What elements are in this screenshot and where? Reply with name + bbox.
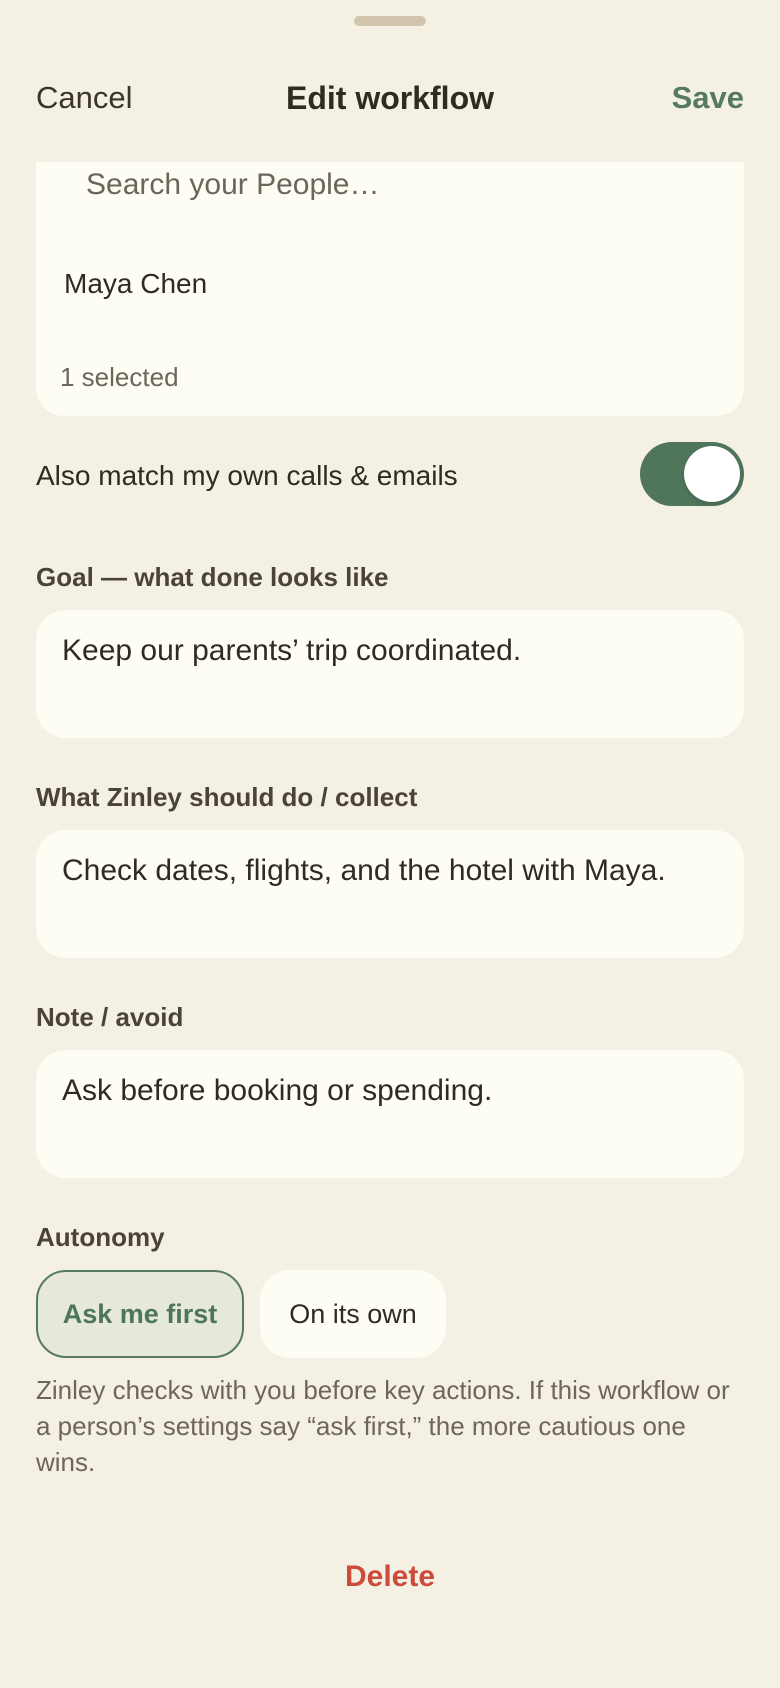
goal-value: Keep our parents’ trip coordinated. xyxy=(62,634,522,667)
note-label: Note / avoid xyxy=(36,1002,184,1032)
autonomy-on-its-own-option[interactable]: On its own xyxy=(260,1270,446,1358)
match-own-label: Also match my own calls & emails xyxy=(36,460,458,491)
autonomy-ask-first-option[interactable]: Ask me first xyxy=(36,1270,244,1358)
goal-field[interactable]: Keep our parents’ trip coordinated. xyxy=(36,610,744,738)
match-own-row: Also match my own calls & emails xyxy=(36,440,744,508)
instructions-value: Check dates, flights, and the hotel with… xyxy=(62,854,666,887)
page-title: Edit workflow xyxy=(286,80,494,116)
selected-person-item[interactable]: Maya Chen xyxy=(64,268,207,300)
save-button[interactable]: Save xyxy=(672,80,744,116)
people-search-input[interactable] xyxy=(86,162,686,208)
delete-button[interactable]: Delete xyxy=(0,1560,780,1594)
instructions-field[interactable]: Check dates, flights, and the hotel with… xyxy=(36,830,744,958)
autonomy-label: Autonomy xyxy=(36,1222,165,1252)
nav-bar: Cancel Edit workflow Save xyxy=(0,0,780,160)
note-value: Ask before booking or spending. xyxy=(62,1074,493,1107)
note-field[interactable]: Ask before booking or spending. xyxy=(36,1050,744,1178)
selected-count-label: 1 selected xyxy=(60,362,179,392)
autonomy-description: Zinley checks with you before key action… xyxy=(36,1375,730,1477)
goal-label: Goal — what done looks like xyxy=(36,562,389,592)
toggle-knob xyxy=(684,446,740,502)
instructions-label: What Zinley should do / collect xyxy=(36,782,418,812)
match-own-toggle[interactable] xyxy=(640,442,744,506)
people-picker-card: Maya Chen 1 selected xyxy=(36,162,744,416)
